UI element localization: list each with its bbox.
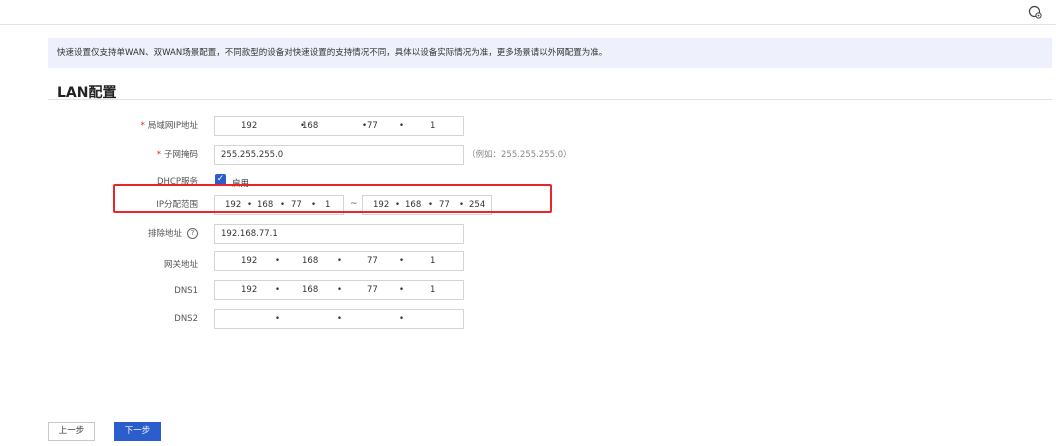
exclude-address-label: 排除地址? <box>148 227 198 239</box>
gateway-input[interactable]: 192 • 168 • 77 • 1 <box>214 251 464 271</box>
subnet-mask-label: * 子网掩码 <box>156 150 198 160</box>
dns1-input[interactable]: 192 • 168 • 77 • 1 <box>214 280 464 300</box>
dns1-label: DNS1 <box>174 286 198 296</box>
ip-range-highlight-box <box>113 184 552 213</box>
lan-ip-label: * 局域网IP地址 <box>140 121 198 131</box>
top-bar <box>0 0 1056 25</box>
subnet-mask-input[interactable]: 255.255.255.0 <box>214 145 464 165</box>
prev-step-button[interactable]: 上一步 <box>48 422 95 441</box>
section-divider <box>48 99 1052 100</box>
question-circle-icon[interactable]: ? <box>187 228 198 239</box>
dns2-input[interactable]: • • • <box>214 309 464 329</box>
notice-banner: 快速设置仅支持单WAN、双WAN场景配置，不同款型的设备对快速设置的支持情况不同… <box>48 38 1052 68</box>
gateway-label: 网关地址 <box>163 260 198 270</box>
dns2-label: DNS2 <box>174 314 198 324</box>
next-step-button[interactable]: 下一步 <box>114 422 161 441</box>
exclude-address-input[interactable]: 192.168.77.1 <box>214 224 464 244</box>
lan-ip-input[interactable]: 192 • 168 • 77 • 1 <box>214 116 464 136</box>
subnet-mask-hint: （例如：255.255.255.0） <box>467 150 572 160</box>
settings-gear-icon[interactable] <box>1028 5 1042 19</box>
